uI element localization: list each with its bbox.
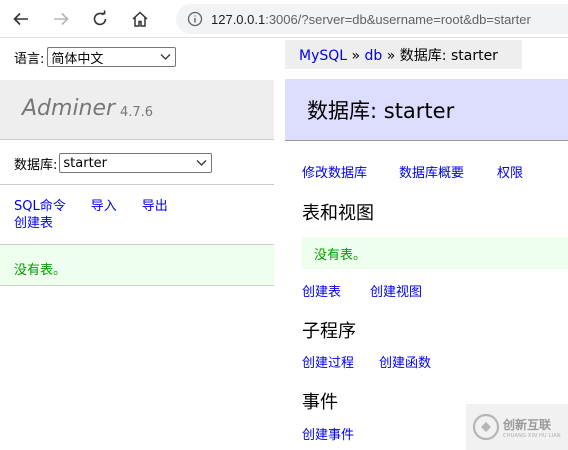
breadcrumb-server-link[interactable]: MySQL (299, 48, 347, 64)
info-icon[interactable] (187, 11, 203, 27)
forward-icon (54, 12, 69, 26)
tables-views-heading: 表和视图 (302, 203, 374, 224)
create-event-link[interactable]: 创建事件 (302, 424, 354, 443)
home-button[interactable] (127, 6, 153, 32)
reload-icon (93, 10, 107, 26)
sidebar-no-tables-message: 没有表。 (0, 244, 274, 286)
address-bar[interactable]: 127.0.0.1:3006/?server=db&username=root&… (176, 4, 568, 34)
sidebar-divider (0, 184, 274, 185)
main-no-tables-message: 没有表。 (302, 237, 568, 269)
database-select-value: starter (63, 155, 108, 171)
back-icon (13, 12, 28, 26)
language-select-value: 简体中文 (51, 51, 104, 67)
routines-heading: 子程序 (302, 321, 356, 342)
export-link[interactable]: 导出 (142, 199, 168, 214)
create-function-link[interactable]: 创建函数 (379, 352, 431, 371)
logo-band: Adminer 4.7.6 (0, 80, 274, 140)
brand-logo-icon (472, 413, 500, 441)
page-heading-band: 数据库: starter (285, 79, 568, 141)
watermark-text: 创新互联 (503, 417, 552, 432)
back-button[interactable] (8, 6, 34, 32)
import-link[interactable]: 导入 (91, 199, 117, 214)
sql-command-link[interactable]: SQL命令 (14, 199, 66, 214)
sidebar-links: SQL命令 导入 导出 创建表 (14, 198, 193, 232)
home-icon (132, 11, 148, 27)
database-row: 数据库: starter (14, 153, 213, 173)
adminer-version: 4.7.6 (120, 105, 154, 120)
create-table-link[interactable]: 创建表 (302, 281, 341, 300)
language-row: 语言: 简体中文 (14, 47, 177, 67)
watermark-subtext: CHUANG XIN HU LIAN (503, 432, 561, 439)
browser-toolbar: 127.0.0.1:3006/?server=db&username=root&… (0, 0, 568, 38)
breadcrumb-current: 数据库: starter (399, 48, 498, 64)
language-label: 语言: (14, 51, 45, 67)
database-select[interactable]: starter (59, 153, 213, 173)
database-schema-link[interactable]: 数据库概要 (399, 162, 464, 181)
language-select[interactable]: 简体中文 (47, 47, 177, 67)
page-title: 数据库: starter (307, 99, 455, 123)
create-procedure-link[interactable]: 创建过程 (302, 352, 354, 371)
sidebar-create-table-link[interactable]: 创建表 (14, 216, 53, 231)
url-text: 127.0.0.1:3006/?server=db&username=root&… (211, 11, 531, 27)
create-view-link[interactable]: 创建视图 (370, 281, 422, 300)
chevron-down-icon (196, 160, 207, 166)
breadcrumb: MySQL » db » 数据库: starter (285, 40, 522, 69)
events-heading: 事件 (302, 392, 338, 413)
breadcrumb-db-link[interactable]: db (365, 48, 383, 64)
chevron-down-icon (160, 54, 171, 60)
database-label: 数据库: (14, 157, 58, 173)
alter-database-link[interactable]: 修改数据库 (302, 162, 367, 181)
adminer-logo-link[interactable]: Adminer (22, 96, 115, 121)
forward-button[interactable] (48, 6, 74, 32)
privileges-link[interactable]: 权限 (497, 162, 523, 181)
reload-button[interactable] (87, 6, 113, 32)
watermark: 创新互联 CHUANG XIN HU LIAN (466, 404, 568, 450)
